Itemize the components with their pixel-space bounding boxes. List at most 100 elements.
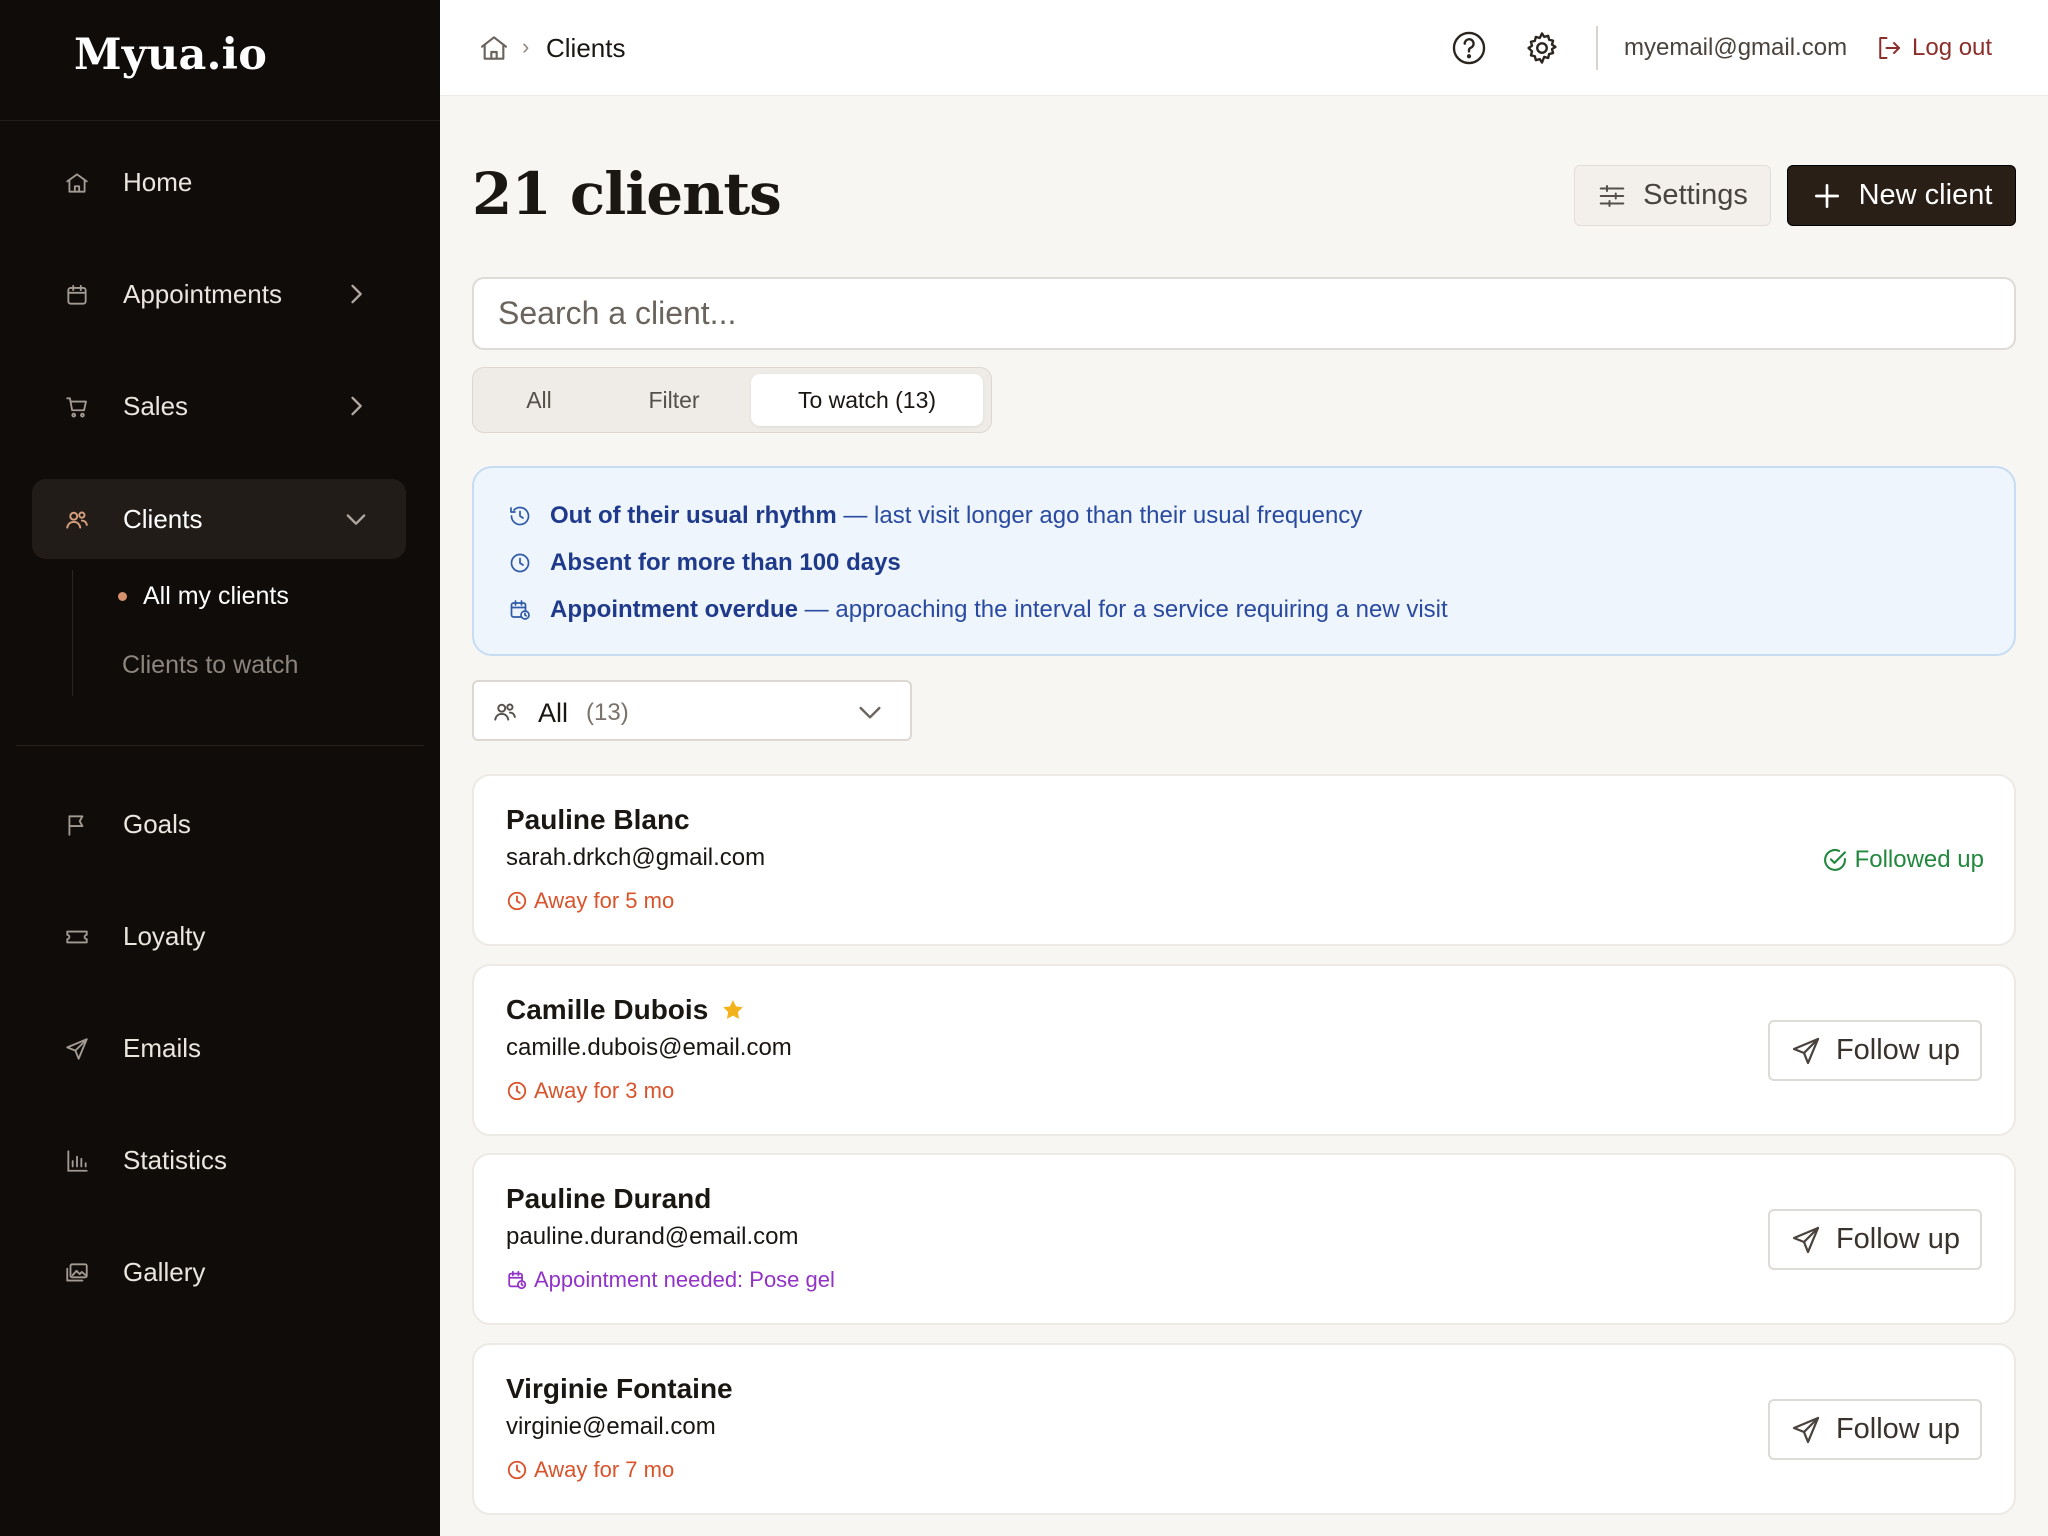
subnav-line (72, 570, 73, 696)
chevron-right-icon (351, 284, 362, 304)
tab-all[interactable]: All (479, 374, 599, 426)
client-status: Away for 3 mo (506, 1078, 674, 1104)
client-name-text: Camille Dubois (506, 994, 709, 1025)
clock-icon (507, 1081, 527, 1101)
client-name: Camille Dubois (506, 994, 746, 1026)
tab-to-watch[interactable]: To watch (13) (751, 374, 983, 426)
sidebar-divider (16, 745, 424, 746)
breadcrumb-current: Clients (546, 33, 626, 63)
client-name-text: Pauline Durand (506, 1183, 712, 1214)
client-status-text: Away for 5 mo (534, 888, 675, 913)
client-name-text: Pauline Blanc (506, 804, 690, 835)
home-icon (66, 173, 88, 193)
logout-button[interactable]: Log out (1874, 30, 1992, 66)
client-name: Pauline Durand (506, 1183, 711, 1215)
sidebar-item-statistics[interactable]: Statistics (32, 1120, 406, 1200)
topbar-divider (1596, 26, 1598, 70)
send-icon (66, 1038, 88, 1060)
info-rest: — last visit longer ago than their usual… (836, 502, 1363, 529)
follow-up-label: Follow up (1835, 1413, 1961, 1445)
plus-icon (1814, 183, 1839, 208)
sidebar-item-appointments[interactable]: Appointments (32, 254, 406, 334)
chevron-right-icon (351, 396, 362, 416)
home-icon[interactable] (478, 32, 510, 64)
clock-icon (507, 891, 527, 911)
brand-logo[interactable]: Myua.io (74, 30, 267, 80)
info-legend-panel: Out of their usual rhythm — last visit l… (472, 466, 2016, 656)
info-strong: Appointment overdue (550, 596, 799, 623)
calendar-clock-icon (508, 1270, 527, 1290)
follow-up-button[interactable]: Follow up (1768, 1399, 1982, 1460)
sidebar-subitem-label: All my clients (143, 581, 289, 610)
followed-up-label: Followed up (1854, 846, 1984, 873)
client-group-select[interactable]: All (13) (472, 680, 912, 741)
users-icon (494, 703, 516, 721)
sidebar-item-goals[interactable]: Goals (32, 784, 406, 864)
client-status-text: Away for 3 mo (534, 1078, 675, 1103)
sidebar-item-label: Clients (123, 503, 203, 534)
sidebar-item-loyalty[interactable]: Loyalty (32, 896, 406, 976)
send-icon (1792, 1037, 1820, 1064)
follow-up-button[interactable]: Follow up (1768, 1209, 1982, 1270)
calendar-clock-icon (510, 600, 530, 620)
new-client-label: New client (1858, 179, 1993, 211)
client-status: Away for 5 mo (506, 888, 674, 914)
client-status-text: Appointment needed: Pose gel (534, 1267, 835, 1292)
sidebar-item-label: Home (123, 166, 193, 197)
sidebar-subitem-label: Clients to watch (122, 650, 299, 679)
sidebar-item-gallery[interactable]: Gallery (32, 1232, 406, 1312)
client-email: camille.dubois@email.com (506, 1034, 792, 1061)
sidebar-item-label: Appointments (123, 278, 282, 309)
help-icon[interactable] (1450, 29, 1488, 67)
select-value: All (538, 698, 569, 728)
sidebar-item-label: Gallery (123, 1256, 206, 1287)
client-name: Pauline Blanc (506, 804, 690, 836)
sidebar-item-label: Emails (123, 1032, 202, 1063)
gear-icon[interactable] (1523, 29, 1561, 67)
info-strong: Absent for more than 100 days (550, 549, 901, 576)
settings-label: Settings (1643, 179, 1748, 211)
new-client-button[interactable]: New client (1787, 165, 2016, 226)
client-status-text: Away for 7 mo (534, 1457, 675, 1482)
logout-icon (1879, 37, 1900, 59)
info-line-rhythm: Out of their usual rhythm — last visit l… (508, 499, 1362, 533)
sidebar-item-label: Goals (123, 808, 191, 839)
tab-filter[interactable]: Filter (599, 374, 749, 426)
sidebar-item-sales[interactable]: Sales (32, 366, 406, 446)
client-name-text: Virginie Fontaine (506, 1373, 733, 1404)
calendar-icon (67, 284, 87, 305)
breadcrumb-separator: › (522, 34, 530, 59)
search-input[interactable] (472, 277, 2016, 350)
sidebar-item-clients[interactable]: Clients (32, 479, 406, 559)
bar-chart-icon (67, 1150, 88, 1172)
client-status: Away for 7 mo (506, 1457, 674, 1483)
follow-up-label: Follow up (1835, 1034, 1961, 1066)
info-rest: — approaching the interval for a service… (798, 596, 1448, 623)
gallery-icon (66, 1263, 88, 1282)
client-card[interactable]: Camille Dubois camille.dubois@email.com … (472, 964, 2016, 1136)
follow-up-button[interactable]: Follow up (1768, 1020, 1982, 1081)
info-strong: Out of their usual rhythm (550, 502, 837, 529)
cart-icon (66, 397, 87, 418)
client-email: virginie@email.com (506, 1413, 716, 1440)
sidebar-item-emails[interactable]: Emails (32, 1008, 406, 1088)
send-icon (1792, 1416, 1820, 1443)
flag-icon (68, 815, 84, 836)
sidebar-item-home[interactable]: Home (32, 142, 406, 222)
history-icon (510, 506, 530, 526)
tab-group: All Filter To watch (13) (472, 367, 992, 433)
sidebar-item-label: Sales (123, 390, 189, 421)
star-icon (723, 1000, 744, 1019)
clock-icon (510, 553, 530, 573)
client-card[interactable]: Pauline Durand pauline.durand@email.com … (472, 1153, 2016, 1325)
users-icon (66, 511, 88, 529)
sidebar-divider (0, 120, 440, 121)
settings-button[interactable]: Settings (1574, 165, 1771, 226)
user-email: myemail@gmail.com (1624, 34, 1848, 61)
info-line-overdue: Appointment overdue — approaching the in… (508, 593, 1448, 627)
sidebar: Myua.io Home Appointments Sales Clients … (0, 0, 440, 1536)
client-card[interactable]: Pauline Blanc sarah.drkch@gmail.com Away… (472, 774, 2016, 946)
ticket-icon (66, 930, 88, 944)
client-card[interactable]: Virginie Fontaine virginie@email.com Awa… (472, 1343, 2016, 1515)
client-email: pauline.durand@email.com (506, 1223, 799, 1250)
